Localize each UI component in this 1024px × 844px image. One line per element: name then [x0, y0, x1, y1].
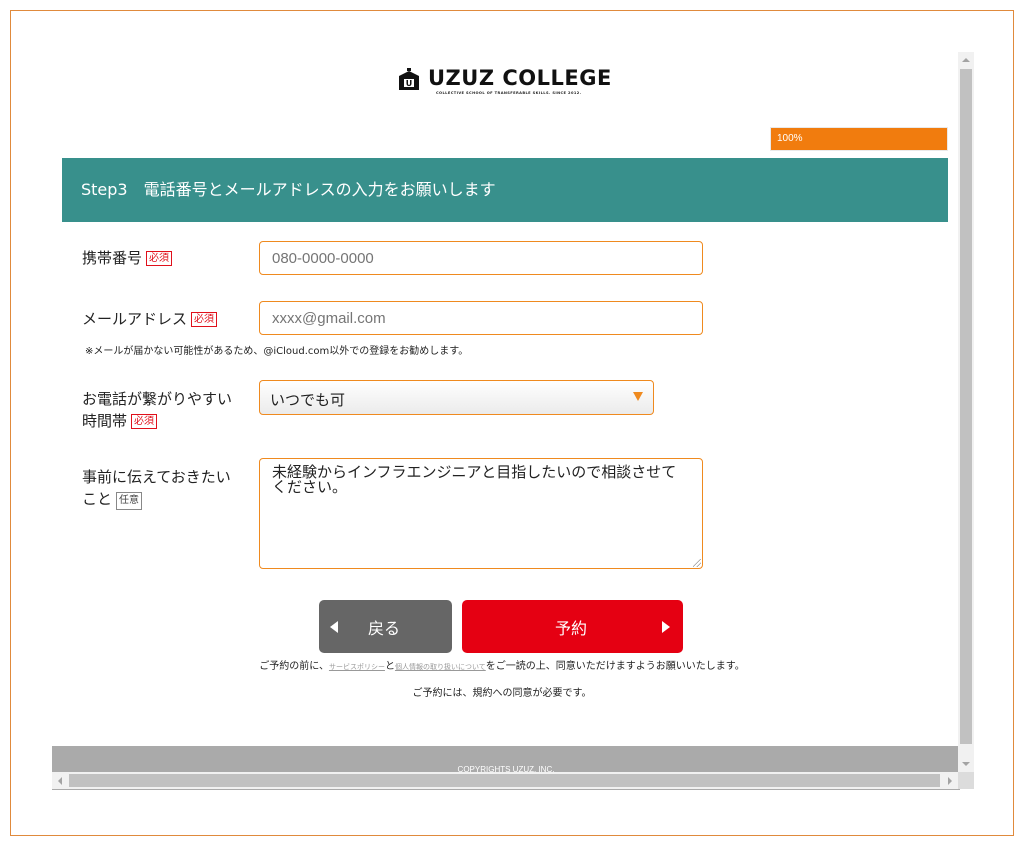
reserve-button-label: 予約 — [555, 619, 588, 638]
svg-text:U: U — [406, 79, 413, 88]
service-policy-link[interactable]: サービスポリシー — [329, 663, 385, 671]
call-time-select[interactable]: いつでも可 — [259, 380, 654, 415]
progress-bar: 100% — [770, 127, 948, 151]
logo-title: UZUZ COLLEGE — [428, 66, 612, 90]
step-banner: Step3 電話番号とメールアドレスの入力をお願いします — [62, 158, 948, 222]
scroll-left-icon[interactable] — [58, 777, 62, 785]
message-label-line1: 事前に伝えておきたい — [82, 468, 231, 486]
email-label-group: メールアドレス 必須 — [82, 308, 218, 330]
chevron-right-icon — [662, 621, 670, 633]
call-time-label-group: お電話が繋がりやすい 時間帯 必須 — [82, 388, 232, 432]
vertical-scroll-thumb[interactable] — [960, 69, 972, 744]
consent-required-text: ご予約には、規約への同意が必要です。 — [412, 688, 592, 699]
scroll-up-icon[interactable] — [962, 58, 970, 62]
scroll-right-icon[interactable] — [948, 777, 952, 785]
message-textarea[interactable]: 未経験からインフラエンジニアと目指したいので相談させてください。 — [259, 458, 703, 569]
call-time-selected: いつでも可 — [270, 391, 346, 409]
building-icon: U — [399, 68, 419, 90]
email-input[interactable] — [259, 301, 703, 335]
email-note: ※メールが届かない可能性があるため、@iCloud.com以外での登録をお勧めし… — [85, 346, 469, 357]
phone-label-group: 携帯番号 必須 — [82, 247, 173, 269]
resize-grip-icon[interactable] — [693, 559, 701, 567]
scrollbar-corner — [958, 772, 974, 789]
optional-badge: 任意 — [116, 492, 143, 510]
back-button[interactable]: 戻る — [319, 600, 452, 653]
required-badge: 必須 — [146, 251, 173, 266]
chevron-down-icon — [633, 392, 643, 401]
consent-prefix: ご予約の前に、 — [259, 661, 329, 672]
horizontal-scrollbar[interactable] — [52, 772, 958, 789]
message-label-group: 事前に伝えておきたい こと 任意 — [82, 466, 231, 510]
horizontal-scroll-thumb[interactable] — [69, 774, 940, 787]
call-time-label-line2: 時間帯 — [82, 412, 128, 430]
phone-input[interactable] — [259, 241, 703, 275]
page-viewport: U UZUZ COLLEGE COLLECTIVE SCHOOL OF TRAN… — [52, 52, 974, 790]
consent-suffix: をご一読の上、同意いただけますようお願いいたします。 — [485, 661, 745, 672]
consent-text: ご予約の前に、サービスポリシーと個人情報の取り扱いについてをご一読の上、同意いた… — [52, 657, 952, 672]
progress-label: 100% — [777, 133, 803, 144]
phone-label: 携帯番号 — [82, 249, 143, 267]
scroll-down-icon[interactable] — [962, 762, 970, 766]
back-button-label: 戻る — [368, 619, 401, 638]
call-time-label-line1: お電話が繋がりやすい — [82, 390, 233, 408]
message-label-line2: こと — [82, 490, 113, 508]
chevron-left-icon — [330, 621, 338, 633]
reserve-button[interactable]: 予約 — [462, 600, 683, 653]
required-badge: 必須 — [191, 312, 218, 327]
site-logo[interactable]: U UZUZ COLLEGE COLLECTIVE SCHOOL OF TRAN… — [398, 66, 612, 96]
email-label: メールアドレス — [82, 310, 188, 328]
consent-and: と — [384, 661, 395, 672]
logo-subtitle: COLLECTIVE SCHOOL OF TRANSFERABLE SKILLS… — [436, 91, 582, 95]
required-badge: 必須 — [131, 414, 158, 429]
vertical-scrollbar[interactable] — [958, 52, 974, 772]
privacy-link[interactable]: 個人情報の取り扱いについて — [395, 663, 486, 671]
